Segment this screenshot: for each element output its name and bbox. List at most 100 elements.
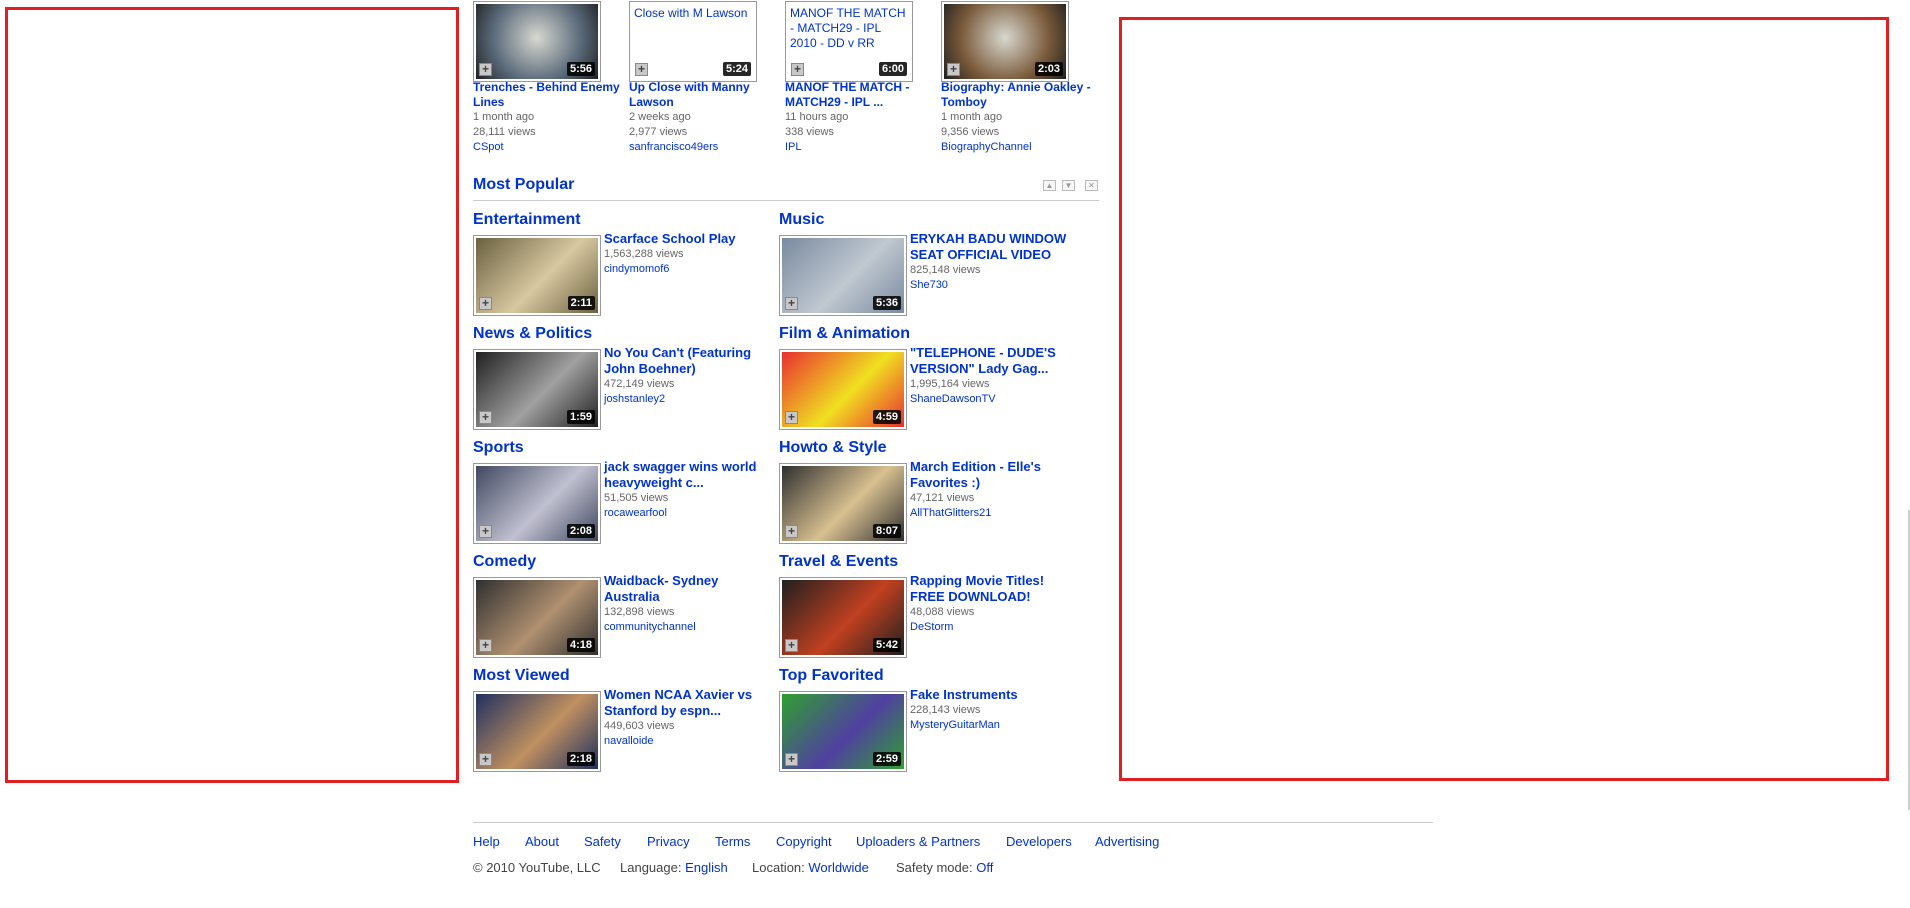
footer-link-advertising[interactable]: Advertising bbox=[1095, 834, 1159, 849]
video-thumbnail[interactable]: +5:56 bbox=[473, 1, 601, 82]
most-popular-heading[interactable]: Most Popular bbox=[473, 176, 574, 194]
thumbnail-image: +5:42 bbox=[782, 580, 904, 655]
category-heading-howto-style[interactable]: Howto & Style bbox=[779, 439, 887, 457]
video-duration: 8:07 bbox=[872, 524, 901, 538]
video-thumbnail[interactable]: +2:18 bbox=[473, 691, 601, 772]
video-title-link[interactable]: Trenches - Behind Enemy Lines bbox=[473, 80, 623, 110]
video-views: 1,563,288 views bbox=[604, 248, 684, 260]
thumbnail-alt-text[interactable]: Close with M Lawson bbox=[634, 6, 752, 21]
add-to-queue-icon[interactable]: + bbox=[791, 63, 804, 76]
video-views: 338 views bbox=[785, 126, 834, 138]
channel-link[interactable]: IPL bbox=[785, 140, 935, 155]
channel-link[interactable]: joshstanley2 bbox=[604, 392, 774, 407]
add-to-queue-icon[interactable]: + bbox=[785, 411, 798, 424]
video-title-link[interactable]: Biography: Annie Oakley - Tomboy bbox=[941, 80, 1091, 110]
channel-link[interactable]: rocawearfool bbox=[604, 506, 774, 521]
video-thumbnail[interactable]: +5:36 bbox=[779, 235, 907, 316]
channel-link[interactable]: DeStorm bbox=[910, 620, 1080, 635]
video-thumbnail[interactable]: +2:59 bbox=[779, 691, 907, 772]
channel-link[interactable]: sanfrancisco49ers bbox=[629, 140, 779, 155]
channel-link[interactable]: MysteryGuitarMan bbox=[910, 718, 1080, 733]
video-thumbnail[interactable]: +2:08 bbox=[473, 463, 601, 544]
video-title-link[interactable]: Fake Instruments bbox=[910, 687, 1080, 703]
video-views: 51,505 views bbox=[604, 492, 669, 504]
move-up-icon[interactable]: ▲ bbox=[1043, 180, 1056, 191]
footer-link-terms[interactable]: Terms bbox=[715, 834, 750, 849]
channel-link[interactable]: CSpot bbox=[473, 140, 623, 155]
add-to-queue-icon[interactable]: + bbox=[635, 63, 648, 76]
video-title-link[interactable]: March Edition - Elle's Favorites :) bbox=[910, 459, 1080, 491]
video-views: 825,148 views bbox=[910, 264, 981, 276]
video-meta: Fake Instruments 228,143 views MysteryGuit… bbox=[910, 687, 1080, 733]
video-thumbnail[interactable]: +2:11 bbox=[473, 235, 601, 316]
add-to-queue-icon[interactable]: + bbox=[785, 297, 798, 310]
add-to-queue-icon[interactable]: + bbox=[479, 639, 492, 652]
video-title-link[interactable]: ERYKAH BADU WINDOW SEAT OFFICIAL VIDEO bbox=[910, 231, 1080, 263]
video-title-link[interactable]: Up Close with Manny Lawson bbox=[629, 80, 779, 110]
video-title-link[interactable]: Women NCAA Xavier vs Stanford by espn... bbox=[604, 687, 774, 719]
add-to-queue-icon[interactable]: + bbox=[785, 639, 798, 652]
category-heading-news-politics[interactable]: News & Politics bbox=[473, 325, 592, 343]
channel-link[interactable]: cindymomof6 bbox=[604, 262, 774, 277]
location-link[interactable]: Worldwide bbox=[808, 860, 868, 875]
thumbnail-image: +1:59 bbox=[476, 352, 598, 427]
move-down-icon[interactable]: ▼ bbox=[1062, 180, 1075, 191]
channel-link[interactable]: communitychannel bbox=[604, 620, 774, 635]
footer-link-privacy[interactable]: Privacy bbox=[647, 834, 690, 849]
category-heading-most-viewed[interactable]: Most Viewed bbox=[473, 667, 570, 685]
video-duration: 5:36 bbox=[872, 296, 901, 310]
footer-link-help[interactable]: Help bbox=[473, 834, 500, 849]
add-to-queue-icon[interactable]: + bbox=[785, 753, 798, 766]
footer-link-copyright[interactable]: Copyright bbox=[776, 834, 832, 849]
thumbnail-image: +2:18 bbox=[476, 694, 598, 769]
video-meta: Waidback- Sydney Australia 132,898 views c… bbox=[604, 573, 774, 635]
footer-link-uploaders-partners[interactable]: Uploaders & Partners bbox=[856, 834, 980, 849]
add-to-queue-icon[interactable]: + bbox=[479, 411, 492, 424]
video-thumbnail[interactable]: MANOF THE MATCH - MATCH29 - IPL 2010 - D… bbox=[785, 1, 913, 82]
category-heading-sports[interactable]: Sports bbox=[473, 439, 524, 457]
video-title-link[interactable]: jack swagger wins world heavyweight c... bbox=[604, 459, 774, 491]
add-to-queue-icon[interactable]: + bbox=[479, 63, 492, 76]
category-heading-top-favorited[interactable]: Top Favorited bbox=[779, 667, 884, 685]
channel-link[interactable]: navalloide bbox=[604, 734, 774, 749]
footer-link-about[interactable]: About bbox=[525, 834, 559, 849]
video-title-link[interactable]: "TELEPHONE - DUDE'S VERSION" Lady Gag... bbox=[910, 345, 1080, 377]
video-title-link[interactable]: Rapping Movie Titles! FREE DOWNLOAD! bbox=[910, 573, 1080, 605]
video-thumbnail[interactable]: Close with M Lawson +5:24 bbox=[629, 1, 757, 82]
video-thumbnail[interactable]: +4:18 bbox=[473, 577, 601, 658]
add-to-queue-icon[interactable]: + bbox=[785, 525, 798, 538]
video-thumbnail[interactable]: +1:59 bbox=[473, 349, 601, 430]
category-heading-music[interactable]: Music bbox=[779, 211, 824, 229]
location-label: Location: bbox=[752, 860, 805, 875]
location-setting: Location: Worldwide bbox=[752, 860, 869, 875]
safety-link[interactable]: Off bbox=[976, 860, 993, 875]
add-to-queue-icon[interactable]: + bbox=[947, 63, 960, 76]
video-thumbnail[interactable]: +5:42 bbox=[779, 577, 907, 658]
footer-link-developers[interactable]: Developers bbox=[1006, 834, 1072, 849]
close-module-icon[interactable]: ✕ bbox=[1085, 180, 1098, 191]
video-meta: Women NCAA Xavier vs Stanford by espn...… bbox=[604, 687, 774, 749]
category-heading-travel-events[interactable]: Travel & Events bbox=[779, 553, 898, 571]
channel-link[interactable]: She730 bbox=[910, 278, 1080, 293]
channel-link[interactable]: BiographyChannel bbox=[941, 140, 1091, 155]
footer-link-safety[interactable]: Safety bbox=[584, 834, 621, 849]
category-heading-comedy[interactable]: Comedy bbox=[473, 553, 536, 571]
add-to-queue-icon[interactable]: + bbox=[479, 525, 492, 538]
video-title-link[interactable]: Scarface School Play bbox=[604, 231, 774, 247]
video-thumbnail[interactable]: +4:59 bbox=[779, 349, 907, 430]
add-to-queue-icon[interactable]: + bbox=[479, 753, 492, 766]
video-title-link[interactable]: Waidback- Sydney Australia bbox=[604, 573, 774, 605]
footer-divider bbox=[473, 822, 1433, 823]
channel-link[interactable]: AllThatGlitters21 bbox=[910, 506, 1080, 521]
video-meta: jack swagger wins world heavyweight c...… bbox=[604, 459, 774, 521]
video-thumbnail[interactable]: +8:07 bbox=[779, 463, 907, 544]
add-to-queue-icon[interactable]: + bbox=[479, 297, 492, 310]
language-link[interactable]: English bbox=[685, 860, 728, 875]
video-thumbnail[interactable]: +2:03 bbox=[941, 1, 1069, 82]
category-heading-film-animation[interactable]: Film & Animation bbox=[779, 325, 910, 343]
video-title-link[interactable]: MANOF THE MATCH - MATCH29 - IPL ... bbox=[785, 80, 935, 110]
category-heading-entertainment[interactable]: Entertainment bbox=[473, 211, 581, 229]
channel-link[interactable]: ShaneDawsonTV bbox=[910, 392, 1080, 407]
video-title-link[interactable]: No You Can't (Featuring John Boehner) bbox=[604, 345, 774, 377]
thumbnail-alt-text[interactable]: MANOF THE MATCH - MATCH29 - IPL 2010 - D… bbox=[790, 6, 908, 51]
